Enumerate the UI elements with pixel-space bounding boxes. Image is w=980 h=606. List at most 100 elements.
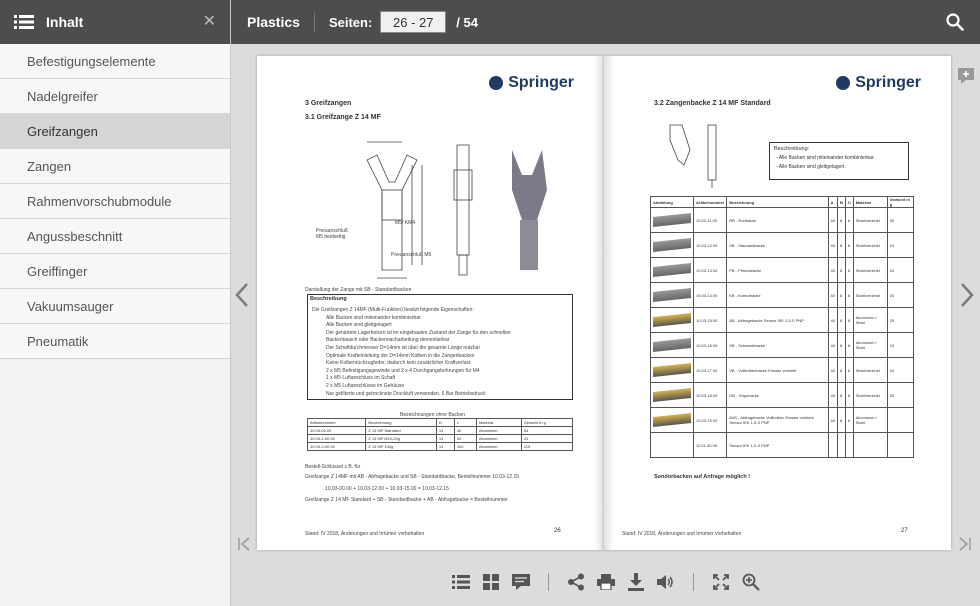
description-line: - Alle Backen sind gleitgelagert. [776, 164, 846, 170]
sidebar-title: Inhalt [46, 14, 84, 30]
table-cell: 119 [520, 442, 574, 451]
order-key-formula: 10.03-00.00 + 10.03-12.00 + 10.03-15.00 … [325, 486, 449, 492]
description-title: Beschreibung [310, 296, 347, 302]
table-cell: 24 [886, 232, 915, 258]
description-line: Optimale Krafteinleitung der D=14mm Kolb… [326, 352, 475, 359]
table-header-row: Artikelnummer Bezeichnung D L Material Gewich… [306, 418, 574, 427]
table-cell: KB - Konturbacke [726, 282, 829, 308]
description-line: - Alle Backen sind miteinander kombinier… [776, 155, 875, 161]
table-cell: 6 [844, 357, 854, 383]
table-cell: 14 [435, 434, 455, 443]
table-cell: 25 [886, 382, 915, 408]
table-cell: 40 [827, 257, 838, 283]
toc-item[interactable]: Greiffinger [0, 254, 230, 289]
part-image-cell [650, 307, 694, 333]
table-header-cell: Gewicht in g [520, 418, 574, 427]
download-icon[interactable] [627, 573, 645, 591]
share-icon[interactable] [567, 573, 585, 591]
table-cell: 6 [844, 332, 854, 358]
part-thumbnail [653, 338, 691, 352]
table-cell: Aluminium / Stahl [852, 307, 888, 333]
table-cell: Stahl/verzinkt [852, 232, 888, 258]
list-view-icon[interactable] [451, 573, 470, 591]
table-row: 10.03-11.00 RB - Rohbacke 40 8 6 Stahl/verzin… [650, 207, 915, 233]
jaw-technical-drawing [669, 124, 717, 188]
toc-item[interactable]: Greifzangen [0, 114, 230, 149]
part-thumbnail [653, 388, 691, 402]
table-cell: 8 [836, 357, 846, 383]
total-pages: / 54 [456, 14, 478, 30]
figure-caption: Darstellung der Zange mit SB - Standardb… [305, 287, 412, 293]
toc-item[interactable]: Angussbeschnitt [0, 219, 230, 254]
table-header-cell: Artikelnummer [306, 418, 367, 427]
page-footer: Stand: IV 2018, Änderungen und Irrtümer … [305, 531, 425, 537]
table-cell: 40 [453, 426, 477, 435]
table-row: 10.03-17.00 VB - Vollkolbenbacke Einsatz … [650, 357, 915, 383]
last-page-icon[interactable] [958, 526, 972, 559]
table-cell: Z 14 MF Standard [365, 426, 437, 435]
fullscreen-icon[interactable] [712, 573, 730, 591]
toc-item[interactable]: Nadelgreifer [0, 79, 230, 114]
page-footer: Stand: IV 2018, Änderungen und Irrtümer … [622, 531, 742, 537]
table-cell: 6 [844, 382, 854, 408]
table-cell: 10.03-11.00 [692, 207, 728, 233]
toc-item[interactable]: Rahmenvorschubmodule [0, 184, 230, 219]
description-line: Keine Kolbenrückzugfeder, dadurch kein z… [326, 360, 471, 367]
table-cell [886, 432, 915, 458]
table-cell: 100 [453, 442, 477, 451]
table-cell: 24 [886, 357, 915, 383]
description-box: Beschreibung: - Alle Backen sind miteina… [769, 142, 909, 180]
description-line: Nur gefilterte und getrocknete Druckluft… [326, 390, 486, 397]
table-cell: 10.03-2-00.00 [306, 442, 367, 451]
next-page-arrow[interactable] [960, 282, 974, 315]
page-number-input[interactable] [380, 11, 447, 33]
part-image-cell [650, 232, 694, 258]
part-thumbnail [653, 363, 691, 377]
table-cell: 10.03-15.00 [692, 407, 728, 433]
toc-item[interactable]: Befestigungselemente [0, 44, 230, 79]
table-row: 10.03-12.00 SB - Standardbacke 40 8 6 Stahl/v… [650, 232, 915, 258]
close-icon[interactable]: ✕ [203, 14, 216, 30]
table-header-cell: Material [852, 196, 888, 208]
comments-icon[interactable] [511, 573, 530, 591]
toc-item[interactable]: Vakuumsauger [0, 289, 230, 324]
label-pneu-both-2: M5 beidseitig [316, 234, 346, 240]
table-cell: 40 [827, 207, 838, 233]
springer-logo: Springer [836, 74, 921, 92]
table-cell: Stahl/verzinkt [852, 207, 888, 233]
part-image-cell [650, 432, 694, 458]
previous-page-arrow[interactable] [235, 282, 249, 315]
table-cell: 14 [435, 442, 455, 451]
add-note-icon[interactable] [958, 58, 974, 91]
sound-icon[interactable] [656, 573, 675, 591]
table-cell: VB - Vollkolbenbacke Einsatz verklebt [726, 357, 829, 383]
grid-view-icon[interactable] [482, 573, 500, 591]
table-header-cell: C [844, 196, 854, 208]
table-cell: 8 [836, 332, 846, 358]
table-cell: 15 [886, 332, 915, 358]
toc-item[interactable]: Pneumatik [0, 324, 230, 359]
description-line: 2 x M5 Befestigungsgewinde und 2 x 4 Dur… [326, 367, 480, 374]
table-cell: 41 [520, 434, 574, 443]
first-page-icon[interactable] [237, 526, 251, 559]
table-cell: Stahl/verzinkt [852, 282, 888, 308]
part-image-cell [650, 207, 694, 233]
table-cell: SB - Schwenkbacke [726, 332, 829, 358]
zoom-in-icon[interactable] [742, 573, 760, 591]
search-icon[interactable] [946, 13, 964, 36]
list-icon[interactable] [14, 14, 34, 30]
subsection-heading: 3.1 Greifzange Z 14 MF [305, 114, 381, 121]
table-cell [827, 432, 838, 458]
table-cell: 10.03-00.00 [306, 426, 367, 435]
toc-item[interactable]: Zangen [0, 149, 230, 184]
table-cell: AVB - Abfragebacke Vollkolben Einsatz ve… [726, 407, 829, 433]
order-key-legend: Greifzange Z 14 MF Standard + SB - Stand… [305, 497, 508, 503]
table-cell: AB - Abfragebacke Sensor IEK 1,5-S PNP [726, 307, 829, 333]
document-viewer: Springer 3 Greifzangen 3.1 Greifzange Z … [231, 44, 980, 558]
sidebar-header: Inhalt ✕ [0, 0, 230, 44]
table-cell: 40 [827, 232, 838, 258]
print-icon[interactable] [596, 573, 615, 591]
label-m5-km4: M5/ KM4 [395, 220, 416, 226]
description-line: Alle Backen sind miteinander kombinierba… [326, 314, 421, 321]
table-row: 10.03-14.00 KB - Konturbacke 40 8 6 Stahl/ver… [650, 282, 915, 308]
